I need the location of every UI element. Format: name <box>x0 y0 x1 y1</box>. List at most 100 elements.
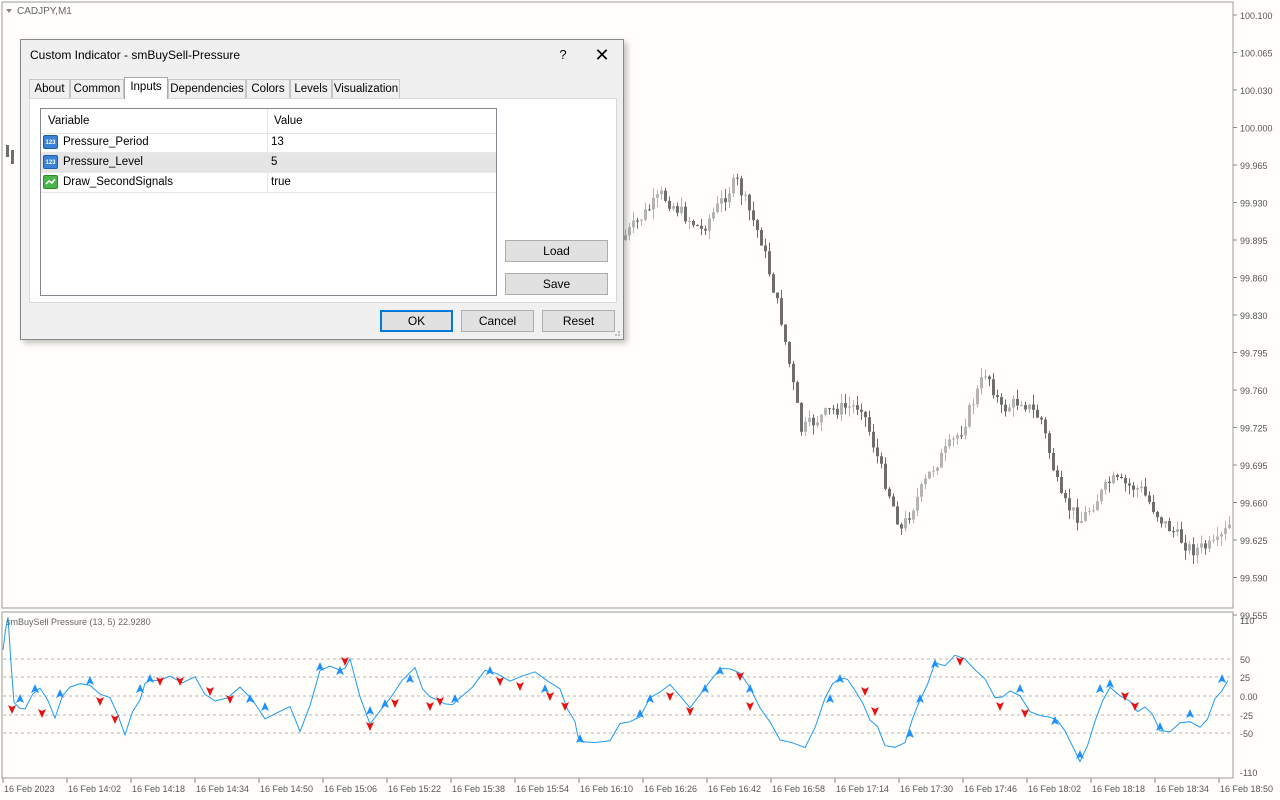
candle-body <box>708 218 711 231</box>
candle-body <box>1092 510 1095 512</box>
time-tick-label: 16 Feb 16:26 <box>644 784 697 794</box>
candle-body <box>872 431 875 448</box>
candle-body <box>724 198 727 203</box>
candle-body <box>772 274 775 293</box>
help-button[interactable]: ? <box>553 44 573 66</box>
candle-body <box>800 402 803 432</box>
candle-body <box>1132 485 1135 490</box>
ok-button[interactable]: OK <box>380 310 453 332</box>
candle-body <box>1008 407 1011 412</box>
candle-body <box>688 220 691 222</box>
inputs-grid[interactable]: Variable Value 123 Pressure_Period 13 12… <box>40 108 497 296</box>
input-row-pressure-level[interactable]: 123 Pressure_Level 5 <box>41 153 496 173</box>
indicator-tick-label: -110 <box>1240 768 1257 778</box>
candle-body <box>756 220 759 230</box>
price-tick-label: 99.930 <box>1240 199 1268 209</box>
candle-body <box>788 341 791 364</box>
resize-grip-icon[interactable] <box>613 329 621 337</box>
tab-dependencies[interactable]: Dependencies <box>168 79 246 98</box>
tab-inputs[interactable]: Inputs <box>124 77 168 99</box>
time-tick-label: 16 Feb 17:30 <box>900 784 953 794</box>
time-tick-label: 16 Feb 18:18 <box>1092 784 1145 794</box>
candle-body <box>916 496 919 511</box>
candle-body <box>676 206 679 213</box>
candle-body <box>992 379 995 396</box>
variable-value[interactable]: 5 <box>271 156 277 168</box>
input-row-draw-second-signals[interactable]: Draw_SecondSignals true <box>41 173 496 193</box>
candle-body <box>628 227 631 236</box>
candle-body <box>856 405 859 410</box>
candle-body <box>1212 539 1215 541</box>
dialog-title: Custom Indicator - smBuySell-Pressure <box>30 48 241 62</box>
candle-body <box>1052 452 1055 471</box>
candle-body <box>1104 481 1107 490</box>
candle-body <box>664 190 667 201</box>
candle-body <box>840 403 843 415</box>
candle-body <box>1020 405 1023 407</box>
candle-body <box>952 438 955 440</box>
close-icon[interactable]: ✕ <box>587 42 617 68</box>
candle-body <box>980 377 983 389</box>
candle-body <box>1180 529 1183 543</box>
time-tick-label: 16 Feb 15:22 <box>388 784 441 794</box>
price-tick-label: 99.625 <box>1240 536 1268 546</box>
variable-value[interactable]: true <box>271 176 291 188</box>
indicator-tick-label: 0.00 <box>1240 692 1258 702</box>
candle-body <box>820 414 823 423</box>
number-icon: 123 <box>43 135 58 149</box>
time-tick-label: 16 Feb 15:54 <box>516 784 569 794</box>
time-tick-label: 16 Feb 18:02 <box>1028 784 1081 794</box>
candle-body <box>932 470 935 472</box>
candle-body <box>936 467 939 471</box>
variable-value[interactable]: 13 <box>271 136 284 148</box>
custom-indicator-dialog: Custom Indicator - smBuySell-Pressure ? … <box>20 39 624 340</box>
price-tick-label: 100.065 <box>1240 49 1273 59</box>
candle-body <box>1068 498 1071 511</box>
input-row-pressure-period[interactable]: 123 Pressure_Period 13 <box>41 133 496 153</box>
candle-body <box>960 435 963 437</box>
load-button[interactable]: Load <box>505 240 608 262</box>
candle-body <box>672 206 675 209</box>
bool-icon <box>43 175 58 189</box>
tab-visualization[interactable]: Visualization <box>332 79 400 98</box>
candle-body <box>716 203 719 213</box>
price-axis: 100.100 100.065 100.030 100.000 99.965 99.930… <box>1233 11 1273 621</box>
time-tick-label: 16 Feb 17:46 <box>964 784 1017 794</box>
candle-body <box>1004 404 1007 412</box>
candle-body <box>1112 474 1115 484</box>
column-variable[interactable]: Variable <box>48 115 89 127</box>
candle-body <box>700 225 703 229</box>
candle-body <box>956 435 959 439</box>
candle-body <box>752 210 755 221</box>
time-tick-label: 16 Feb 14:02 <box>68 784 121 794</box>
candle-body <box>924 478 927 485</box>
save-button[interactable]: Save <box>505 273 608 295</box>
time-tick-label: 16 Feb 14:50 <box>260 784 313 794</box>
tab-levels[interactable]: Levels <box>290 79 332 98</box>
indicator-tick-label: 50 <box>1240 655 1250 665</box>
cell-divider <box>267 133 268 152</box>
price-tick-label: 99.965 <box>1240 161 1268 171</box>
variable-name: Draw_SecondSignals <box>63 176 173 188</box>
number-icon: 123 <box>43 155 58 169</box>
reset-button[interactable]: Reset <box>542 310 615 332</box>
candle-body <box>1088 511 1091 513</box>
cancel-button[interactable]: Cancel <box>461 310 534 332</box>
tab-colors[interactable]: Colors <box>246 79 290 98</box>
candle-body <box>684 206 687 222</box>
variable-name: Pressure_Period <box>63 136 149 148</box>
price-tick-label: 99.860 <box>1240 274 1268 284</box>
candle-body <box>736 177 739 179</box>
tab-about[interactable]: About <box>29 79 70 98</box>
candle-body <box>1076 507 1079 523</box>
symbol-label: CADJPY,M1 <box>17 6 72 17</box>
indicator-tick-label: 25 <box>1240 673 1250 683</box>
candle-body <box>1224 528 1227 535</box>
candle-body <box>836 408 839 415</box>
column-value[interactable]: Value <box>274 115 303 127</box>
tab-common[interactable]: Common <box>70 79 124 98</box>
indicator-pane[interactable] <box>1 611 1234 779</box>
candle-body <box>652 197 655 210</box>
candle-body <box>1016 398 1019 406</box>
candle-body <box>796 382 799 403</box>
